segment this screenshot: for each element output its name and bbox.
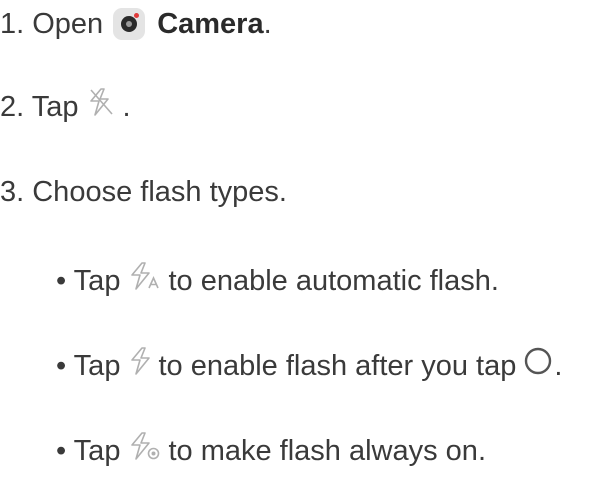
step-1-suffix: . [263, 8, 272, 40]
bullet-1-prefix: • Tap [56, 264, 121, 297]
flash-auto-icon [128, 260, 162, 301]
bullet-flash-always-on: • Tap to make flash always on. [56, 430, 486, 471]
camera-app-name: Camera [157, 8, 264, 40]
step-2: 2. Tap . [0, 86, 131, 127]
step-3-text: 3. Choose flash types. [0, 176, 287, 208]
flash-on-icon [128, 345, 152, 386]
camera-app-icon [113, 8, 146, 40]
bullet-2-text: to enable flash after you tap [158, 349, 517, 382]
step-2-prefix: 2. Tap [0, 90, 79, 123]
step-1-prefix: 1. Open [0, 8, 104, 40]
step-2-suffix: . [122, 90, 131, 123]
bullet-1-text: to enable automatic flash. [168, 264, 499, 297]
flash-off-icon [86, 86, 116, 127]
bullet-2-suffix: . [554, 349, 563, 382]
bullet-3-prefix: • Tap [56, 434, 121, 467]
bullet-flash-on: • Tap to enable flash after you tap . [56, 345, 562, 386]
flash-always-on-icon [128, 430, 162, 471]
shutter-circle-icon [524, 347, 552, 384]
bullet-2-prefix: • Tap [56, 349, 121, 382]
step-1: 1. Open Camera . [0, 6, 272, 42]
bullet-auto-flash: • Tap to enable automatic flash. [56, 260, 499, 301]
bullet-3-text: to make flash always on. [168, 434, 486, 467]
step-3: 3. Choose flash types. [0, 174, 287, 210]
